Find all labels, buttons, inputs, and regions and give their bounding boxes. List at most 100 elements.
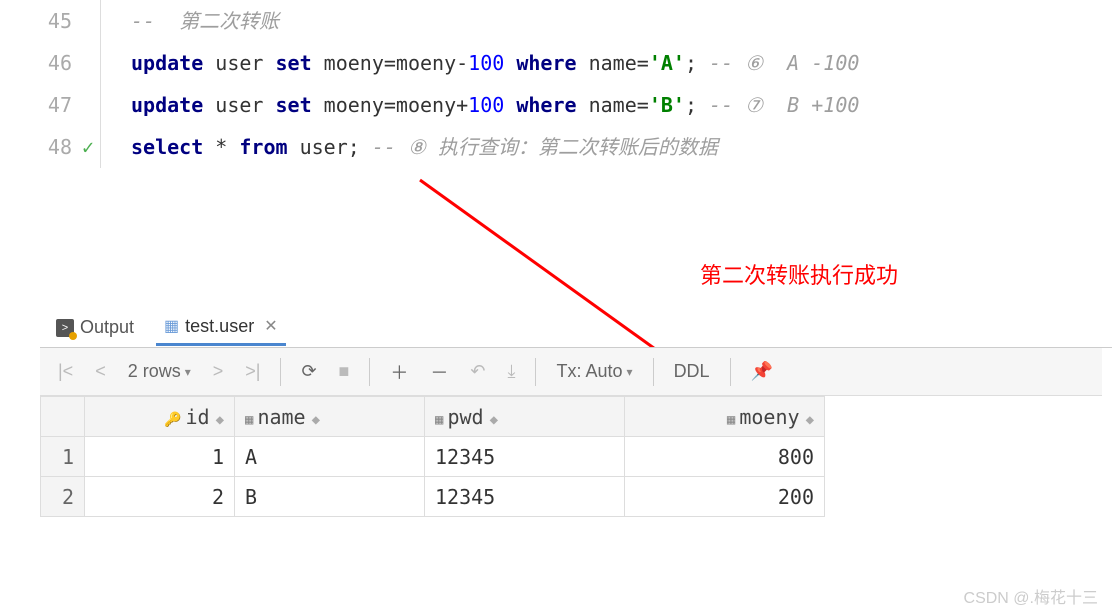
close-icon[interactable]: ✕ <box>264 316 277 336</box>
punct: ; <box>685 51 697 75</box>
line-number: 47 <box>0 84 72 126</box>
row-count-label: 2 rows <box>128 361 181 382</box>
cell-id[interactable]: 1 <box>85 437 235 477</box>
column-icon: ▦ <box>435 412 443 428</box>
separator <box>730 358 731 386</box>
column-icon: ▦ <box>727 412 735 428</box>
identifier: name= <box>589 93 649 117</box>
tab-label: Output <box>80 317 134 338</box>
col-pwd[interactable]: ▦pwd◆ <box>425 397 625 437</box>
reload-button[interactable]: ⟳ <box>295 357 322 386</box>
code-line: select * from user; -- ⑧ 执行查询：第二次转账后的数据 <box>131 126 1112 168</box>
keyword: from <box>239 135 287 159</box>
next-page-button[interactable]: > <box>207 357 230 386</box>
identifier: user <box>203 93 275 117</box>
identifier: user; <box>288 135 360 159</box>
prev-page-button[interactable]: < <box>89 357 112 386</box>
first-page-button[interactable]: |< <box>52 357 79 386</box>
output-icon: > <box>56 319 74 337</box>
code-line: update user set moeny=moeny-100 where na… <box>131 42 1112 84</box>
punct: ; <box>685 93 697 117</box>
result-toolbar: |< < 2 rows ▾ > >| ⟳ ■ ＋ － ↶ ⤓ Tx: Auto … <box>40 348 1102 396</box>
line-number: 46 <box>0 42 72 84</box>
row-number: 2 <box>41 477 85 517</box>
result-table: 🔑id◆ ▦name◆ ▦pwd◆ ▦moeny◆ 1 1 A 12345 80… <box>40 396 825 517</box>
cell-pwd[interactable]: 12345 <box>425 437 625 477</box>
tx-mode[interactable]: Tx: Auto ▾ <box>550 357 638 386</box>
code-area[interactable]: -- 第二次转账 update user set moeny=moeny-100… <box>100 0 1112 168</box>
code-line: update user set moeny=moeny+100 where na… <box>131 84 1112 126</box>
stop-button[interactable]: ■ <box>333 357 356 386</box>
keyword: set <box>276 51 312 75</box>
cell-moeny[interactable]: 200 <box>625 477 825 517</box>
row-number: 1 <box>41 437 85 477</box>
keyword: where <box>504 51 588 75</box>
line-gutter: 45 46 47 48 <box>0 0 100 168</box>
ddl-button[interactable]: DDL <box>668 357 716 386</box>
number: 100 <box>468 51 504 75</box>
comment: -- 第二次转账 <box>131 9 279 33</box>
comment: -- ⑧ 执行查询：第二次转账后的数据 <box>360 135 718 159</box>
revert-button[interactable]: ↶ <box>464 357 491 386</box>
tab-label: test.user <box>185 316 254 337</box>
identifier: moeny=moeny+ <box>312 93 469 117</box>
col-moeny[interactable]: ▦moeny ◆ <box>625 397 825 437</box>
keyword: update <box>131 51 203 75</box>
key-icon: 🔑 <box>164 412 181 428</box>
line-number: 48 <box>0 126 72 168</box>
separator <box>369 358 370 386</box>
delete-row-button[interactable]: － <box>424 355 454 389</box>
cell-id[interactable]: 2 <box>85 477 235 517</box>
watermark: CSDN @.梅花十三 <box>964 584 1098 608</box>
number: 100 <box>468 93 504 117</box>
row-count[interactable]: 2 rows ▾ <box>122 357 197 386</box>
code-line: -- 第二次转账 <box>131 0 1112 42</box>
col-label: name <box>257 405 305 429</box>
keyword: where <box>504 93 588 117</box>
result-tabs: > Output ▦ test.user ✕ <box>40 308 1112 348</box>
col-id[interactable]: 🔑id ◆ <box>85 397 235 437</box>
code-editor: 45 46 47 48 -- 第二次转账 update user set moe… <box>0 0 1112 168</box>
separator <box>280 358 281 386</box>
tx-label: Tx: Auto <box>556 361 622 382</box>
line-number: 45 <box>0 0 72 42</box>
cell-name[interactable]: A <box>235 437 425 477</box>
cell-pwd[interactable]: 12345 <box>425 477 625 517</box>
col-label: moeny <box>739 405 799 429</box>
identifier: moeny=moeny <box>312 51 457 75</box>
pin-button[interactable]: 📌 <box>745 357 779 386</box>
keyword: select <box>131 135 203 159</box>
separator <box>653 358 654 386</box>
identifier: user <box>203 51 275 75</box>
last-page-button[interactable]: >| <box>239 357 266 386</box>
table-row[interactable]: 2 2 B 12345 200 <box>41 477 825 517</box>
keyword: update <box>131 93 203 117</box>
commit-button[interactable]: ⤓ <box>502 357 522 386</box>
identifier: name= <box>589 51 649 75</box>
sort-icon[interactable]: ◆ <box>216 412 224 428</box>
cell-moeny[interactable]: 800 <box>625 437 825 477</box>
sort-icon[interactable]: ◆ <box>806 412 814 428</box>
column-icon: ▦ <box>245 412 253 428</box>
rownum-header <box>41 397 85 437</box>
tab-table[interactable]: ▦ test.user ✕ <box>156 310 286 346</box>
separator <box>535 358 536 386</box>
identifier: * <box>203 135 239 159</box>
chevron-down-icon: ▾ <box>627 365 633 379</box>
table-row[interactable]: 1 1 A 12345 800 <box>41 437 825 477</box>
operator: - <box>456 51 468 75</box>
string: 'B' <box>649 93 685 117</box>
string: 'A' <box>649 51 685 75</box>
tab-output[interactable]: > Output <box>48 311 142 344</box>
col-name[interactable]: ▦name ◆ <box>235 397 425 437</box>
sort-icon[interactable]: ◆ <box>490 412 498 428</box>
col-label: id <box>185 405 209 429</box>
sort-icon[interactable]: ◆ <box>312 412 320 428</box>
keyword: set <box>276 93 312 117</box>
comment: -- ⑦ B +100 <box>697 93 859 117</box>
cell-name[interactable]: B <box>235 477 425 517</box>
add-row-button[interactable]: ＋ <box>384 355 414 389</box>
comment: -- ⑥ A -100 <box>697 51 859 75</box>
table-header-row: 🔑id◆ ▦name◆ ▦pwd◆ ▦moeny◆ <box>41 397 825 437</box>
annotation-text: 第二次转账执行成功 <box>700 258 898 290</box>
